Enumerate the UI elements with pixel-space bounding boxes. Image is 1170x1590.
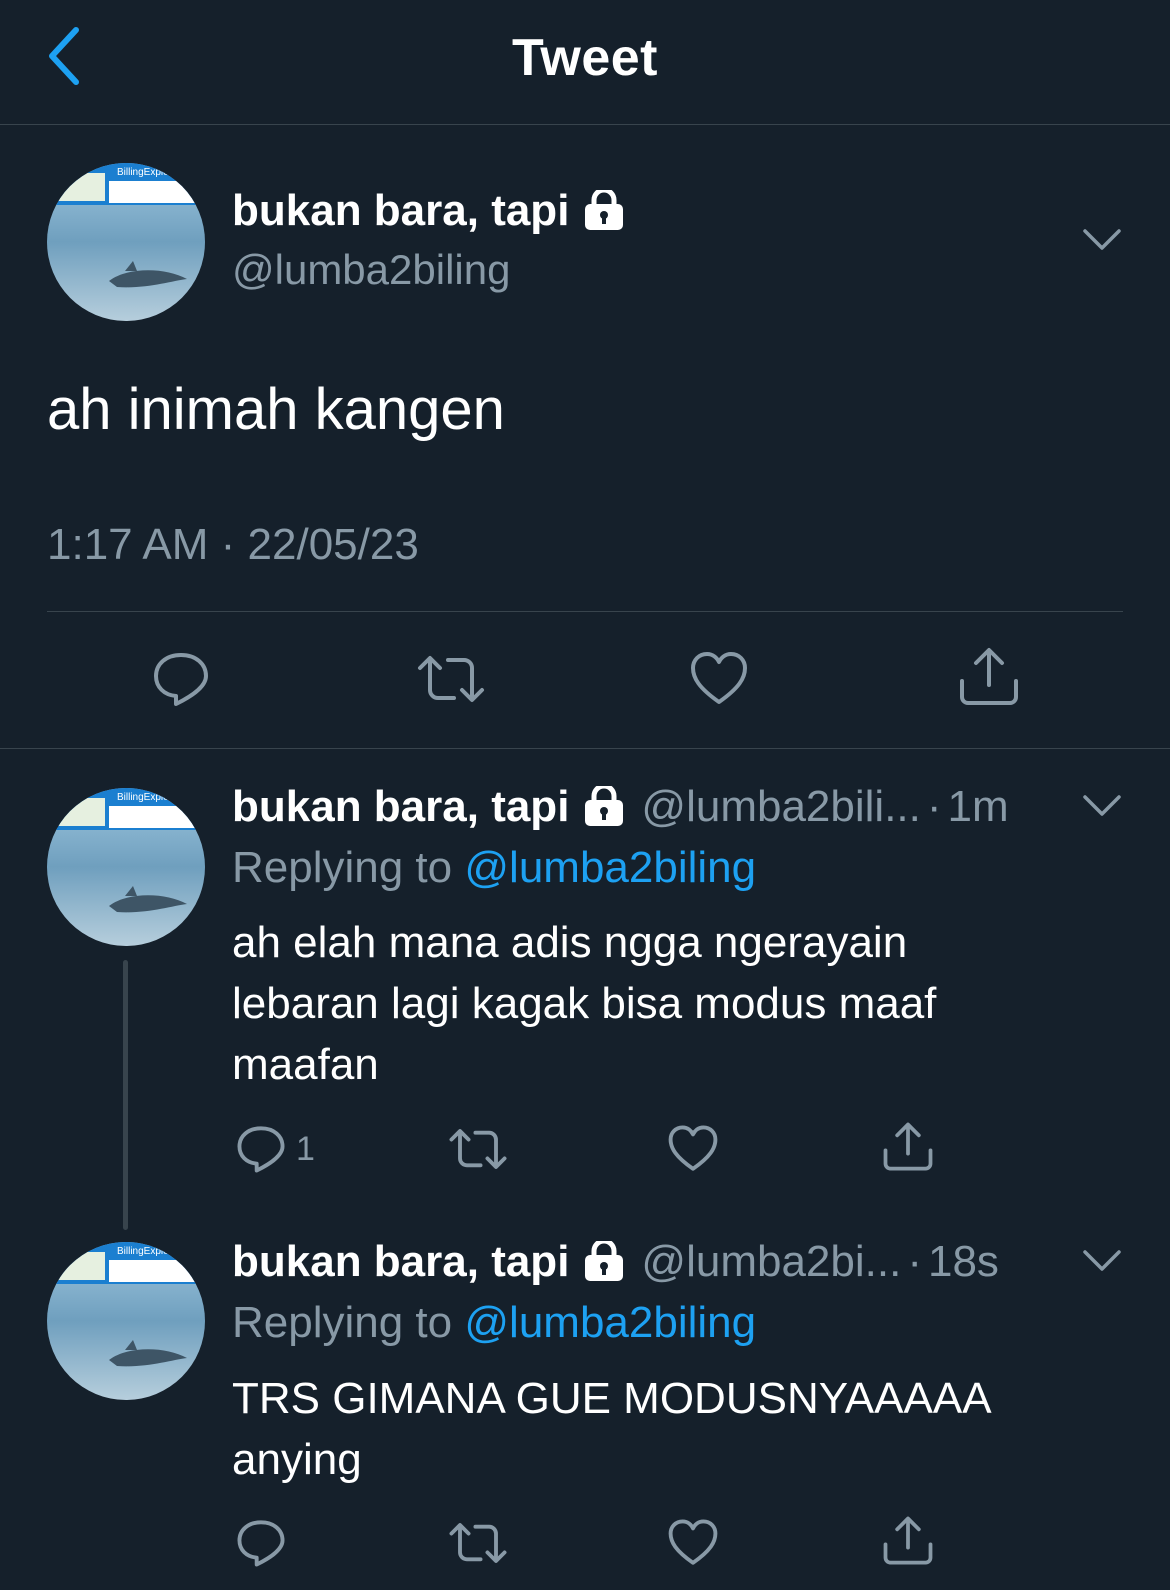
thread-connector [123,960,128,1230]
replying-to: Replying to @lumba2biling [232,1298,756,1348]
like-button[interactable] [667,1124,719,1174]
reply-icon [154,653,208,706]
avatar-image: BillingExplorer [47,1242,205,1400]
avatar[interactable]: BillingExplorer [47,1242,205,1400]
reply-button[interactable]: 1 [236,1124,315,1174]
replying-label: Replying to [232,843,453,892]
replying-label: Replying to [232,1298,453,1347]
lock-icon [585,190,624,230]
author-handle[interactable]: @lumba2bi... [641,1237,901,1287]
like-icon [668,1125,718,1171]
mention-link[interactable]: @lumba2biling [464,843,756,892]
author-name[interactable]: bukan bara, tapi [232,782,625,832]
tweet-options-button[interactable] [1078,1241,1126,1281]
retweet-icon [449,1129,507,1169]
reply-header: bukan bara, tapi @lumba2bili... · 1m [232,782,1009,832]
lock-icon [585,1241,624,1281]
avatar[interactable]: BillingExplorer [47,163,205,321]
author-handle[interactable]: @lumba2bili... [641,782,920,832]
tweet-options-button[interactable] [1078,786,1126,826]
reply-button[interactable] [152,650,210,708]
separator-dot: · [907,1237,922,1286]
reply-icon [237,1520,285,1567]
like-icon [668,1519,718,1565]
svg-text:BillingExplorer: BillingExplorer [117,167,182,178]
reply-count: 1 [296,1129,315,1168]
retweet-icon [449,1523,507,1563]
mention-link[interactable]: @lumba2biling [464,1298,756,1347]
reply-icon [237,1126,285,1173]
page-title: Tweet [511,29,658,87]
retweet-button[interactable] [448,1518,508,1568]
lock-icon [585,786,624,826]
tweet-text: ah inimah kangen [47,377,505,442]
avatar-image: BillingExplorer [47,788,205,946]
author-name[interactable]: bukan bara, tapi [232,186,625,236]
svg-text:BillingExplorer: BillingExplorer [117,792,182,803]
author-name[interactable]: bukan bara, tapi [232,1237,625,1287]
like-button[interactable] [689,650,749,708]
divider [47,611,1123,612]
replying-to: Replying to @lumba2biling [232,843,756,893]
share-icon [883,1122,933,1171]
author-handle[interactable]: @lumba2biling [232,246,510,294]
retweet-icon [418,656,484,702]
like-icon [691,652,747,704]
chevron-down-icon [1083,795,1121,816]
tweet-options-button[interactable] [1078,220,1126,260]
tweet-time[interactable]: 1m [948,782,1009,832]
share-button[interactable] [882,1122,934,1172]
chevron-down-icon [1083,229,1121,250]
tweet-text: ah elah mana adis ngga ngerayain lebaran… [232,918,937,1089]
divider [0,748,1170,749]
reply-button[interactable] [236,1518,286,1568]
avatar-image: BillingExplorer [47,163,205,321]
svg-text:BillingExplorer: BillingExplorer [117,1246,182,1257]
chevron-down-icon [1083,1250,1121,1271]
author-name-text: bukan bara, tapi [232,782,570,831]
retweet-button[interactable] [416,650,486,708]
tweet-text: TRS GIMANA GUE MODUSNYAAAAA anying [232,1374,992,1484]
separator-dot: · [926,782,942,831]
retweet-button[interactable] [448,1124,508,1174]
share-button[interactable] [882,1516,934,1566]
share-icon [960,648,1018,705]
share-icon [883,1516,933,1565]
tweet-timestamp[interactable]: 1:17 AM · 22/05/23 [47,520,419,570]
avatar[interactable]: BillingExplorer [47,788,205,946]
reply-header: bukan bara, tapi @lumba2bi... · 18s [232,1237,999,1287]
tweet-time[interactable]: 18s [928,1237,999,1287]
author-name-text: bukan bara, tapi [232,186,570,235]
like-button[interactable] [667,1518,719,1568]
share-button[interactable] [958,647,1020,707]
top-nav-bar: Tweet [0,0,1170,125]
author-name-text: bukan bara, tapi [232,1237,570,1286]
